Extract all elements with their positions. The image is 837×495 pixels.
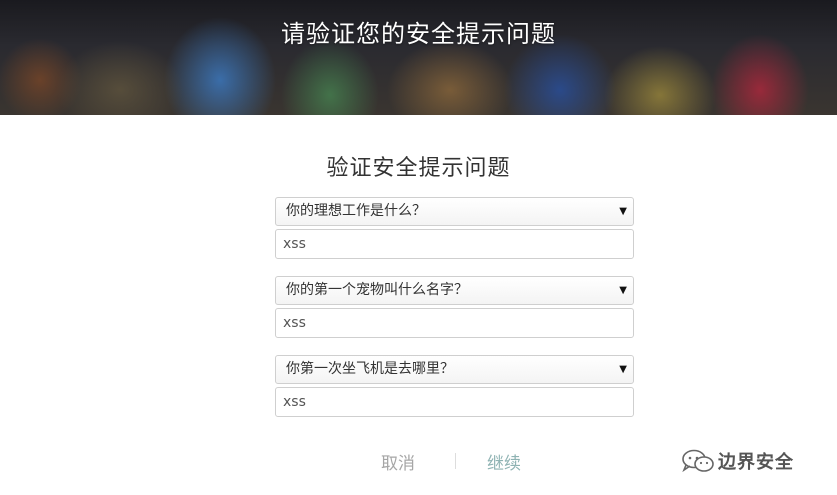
watermark: 边界安全 — [680, 448, 794, 474]
continue-button[interactable]: 继续 — [487, 449, 521, 474]
chevron-down-icon: ▼ — [619, 285, 627, 296]
cancel-button[interactable]: 取消 — [381, 449, 415, 474]
security-answer-input-2[interactable]: xss — [275, 308, 634, 338]
form-title: 验证安全提示问题 — [326, 156, 511, 181]
security-question-select-1[interactable]: 你的理想工作是什么？ ▼ — [275, 197, 634, 226]
security-question-text-2: 你的第一个宠物叫什么名字？ — [286, 282, 468, 298]
security-question-text-3: 你第一次坐飞机是去哪里？ — [286, 361, 454, 377]
watermark-text: 边界安全 — [718, 452, 794, 473]
security-question-text-1: 你的理想工作是什么？ — [286, 203, 426, 219]
security-question-block-1: 你的理想工作是什么？ ▼ xss — [275, 197, 634, 259]
security-question-select-2[interactable]: 你的第一个宠物叫什么名字？ ▼ — [275, 276, 634, 305]
security-question-block-3: 你第一次坐飞机是去哪里？ ▼ xss — [275, 355, 634, 417]
chevron-down-icon: ▼ — [619, 206, 627, 217]
header-banner: 请验证您的安全提示问题 — [0, 0, 837, 115]
security-question-block-2: 你的第一个宠物叫什么名字？ ▼ xss — [275, 276, 634, 338]
wechat-icon — [682, 449, 714, 473]
page: 请验证您的安全提示问题 验证安全提示问题 你的理想工作是什么？ ▼ xss 你的… — [0, 0, 837, 495]
security-question-select-3[interactable]: 你第一次坐飞机是去哪里？ ▼ — [275, 355, 634, 384]
security-answer-input-1[interactable]: xss — [275, 229, 634, 259]
security-answer-input-3[interactable]: xss — [275, 387, 634, 417]
banner-title: 请验证您的安全提示问题 — [281, 20, 556, 48]
chevron-down-icon: ▼ — [619, 364, 627, 375]
action-divider — [455, 453, 456, 469]
